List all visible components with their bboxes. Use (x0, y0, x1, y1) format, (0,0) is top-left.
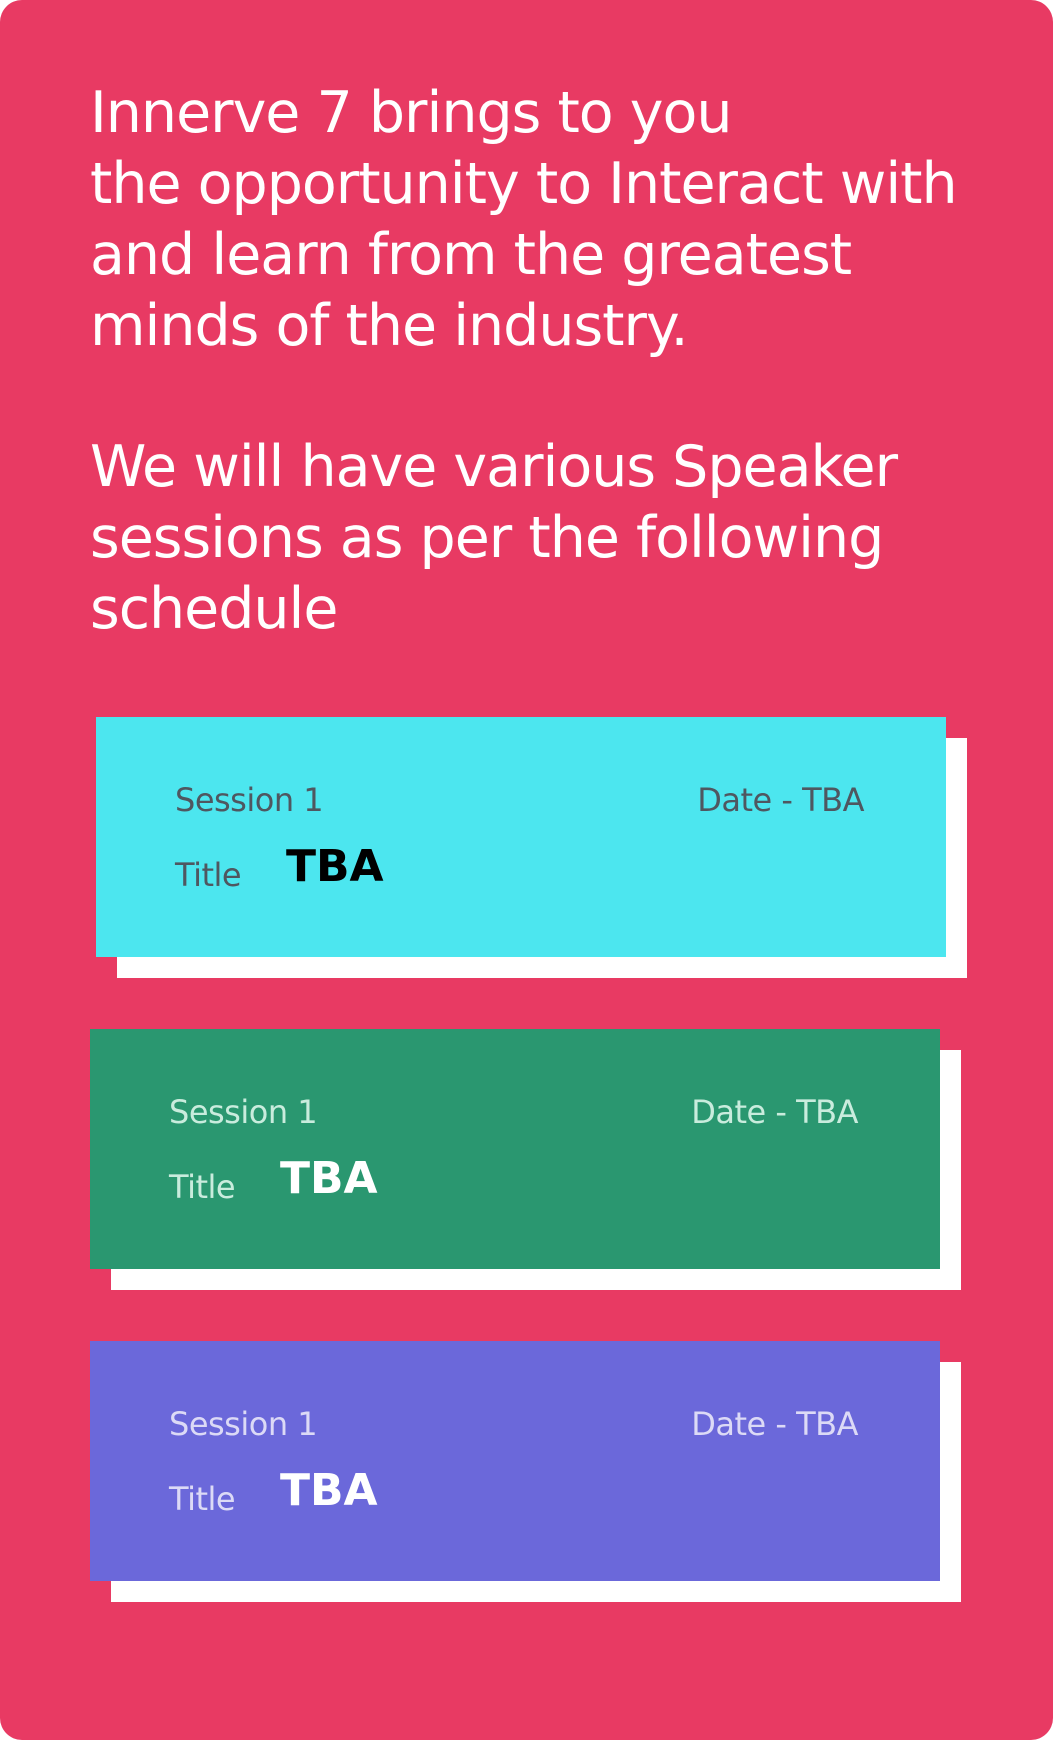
title-label: Title (169, 1168, 236, 1206)
session-card-body: Session 1 Date - TBA Title TBA (90, 1341, 940, 1581)
session-label: Session 1 (169, 1093, 318, 1131)
session-card-3: Session 1 Date - TBA Title TBA (90, 1341, 961, 1602)
title-label: Title (175, 856, 242, 894)
session-card-2: Session 1 Date - TBA Title TBA (90, 1029, 961, 1290)
title-value: TBA (280, 1465, 378, 1516)
date-label: Date - TBA (691, 1405, 858, 1443)
session-label: Session 1 (175, 781, 324, 819)
schedule-intro-paragraph: We will have various Speaker sessions as… (90, 434, 898, 642)
title-label: Title (169, 1480, 236, 1518)
schedule-panel: Innerve 7 brings to you the opportunity … (0, 0, 1053, 1740)
session-card-1: Session 1 Date - TBA Title TBA (96, 717, 967, 978)
intro-paragraph: Innerve 7 brings to you the opportunity … (90, 80, 958, 359)
session-card-body: Session 1 Date - TBA Title TBA (90, 1029, 940, 1269)
session-card-body: Session 1 Date - TBA Title TBA (96, 717, 946, 957)
title-value: TBA (286, 841, 384, 892)
date-label: Date - TBA (697, 781, 864, 819)
title-value: TBA (280, 1153, 378, 1204)
session-label: Session 1 (169, 1405, 318, 1443)
date-label: Date - TBA (691, 1093, 858, 1131)
